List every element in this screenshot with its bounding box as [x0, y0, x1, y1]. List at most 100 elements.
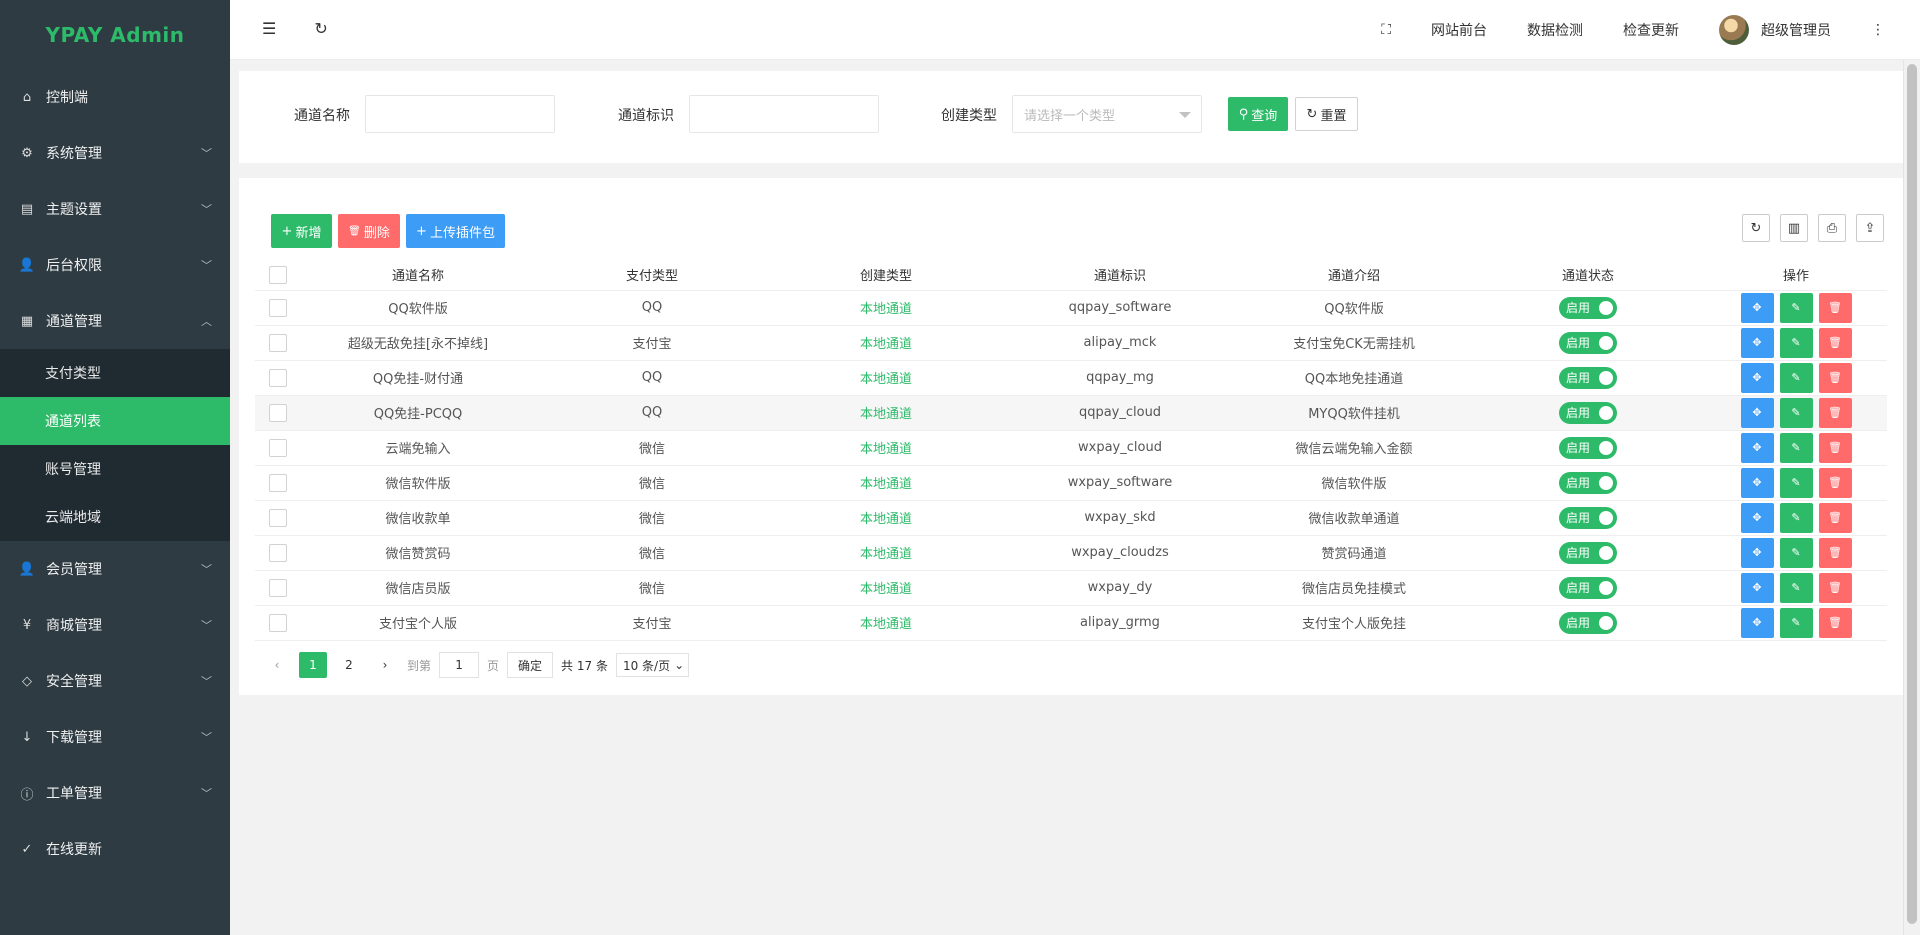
- sidebar-item-download[interactable]: ↓ 下载管理 ﹀: [0, 709, 230, 765]
- fullscreen-icon[interactable]: ⛶: [1381, 22, 1391, 38]
- edit-button[interactable]: ✎: [1779, 292, 1813, 323]
- row-checkbox[interactable]: [269, 368, 287, 387]
- sidebar-item-layout[interactable]: ▤ 主题设置 ﹀: [0, 181, 230, 237]
- refresh-icon[interactable]: ↻: [314, 19, 327, 38]
- delete-button[interactable]: 🗑 删除: [338, 214, 400, 248]
- move-button[interactable]: ✥: [1740, 607, 1774, 638]
- column-header[interactable]: 通道名称: [301, 260, 535, 291]
- row-delete-button[interactable]: 🗑: [1818, 292, 1852, 323]
- more-icon[interactable]: ⋮: [1871, 22, 1885, 38]
- sidebar-subitem[interactable]: 云端地域: [0, 493, 230, 541]
- move-button[interactable]: ✥: [1740, 432, 1774, 463]
- export-icon[interactable]: ⇪: [1856, 214, 1884, 242]
- move-button[interactable]: ✥: [1740, 537, 1774, 568]
- edit-button[interactable]: ✎: [1779, 432, 1813, 463]
- columns-icon[interactable]: ▥: [1780, 214, 1808, 242]
- move-button[interactable]: ✥: [1740, 572, 1774, 603]
- row-delete-button[interactable]: 🗑: [1818, 572, 1852, 603]
- row-checkbox[interactable]: [269, 613, 287, 632]
- row-checkbox[interactable]: [269, 333, 287, 352]
- upload-plugin-button[interactable]: + 上传插件包: [406, 214, 505, 248]
- reset-button[interactable]: ↻ 重置: [1295, 97, 1358, 131]
- move-button[interactable]: ✥: [1740, 292, 1774, 323]
- sidebar-item-diamond[interactable]: ◇ 安全管理 ﹀: [0, 653, 230, 709]
- sidebar-item-home[interactable]: ⌂ 控制端: [0, 69, 230, 125]
- status-toggle[interactable]: 启用: [1559, 576, 1617, 599]
- column-header[interactable]: 支付类型: [535, 260, 769, 291]
- sidebar-item-gear[interactable]: ⚙ 系统管理 ﹀: [0, 125, 230, 181]
- edit-button[interactable]: ✎: [1779, 327, 1813, 358]
- print-icon[interactable]: ⎙: [1818, 214, 1846, 242]
- move-button[interactable]: ✥: [1740, 502, 1774, 533]
- topbar-link-data-check[interactable]: 数据检测: [1527, 20, 1583, 40]
- query-button[interactable]: ⚲ 查询: [1228, 97, 1288, 131]
- channel-code-input[interactable]: [689, 95, 879, 133]
- move-button[interactable]: ✥: [1740, 397, 1774, 428]
- add-button[interactable]: + 新增: [271, 214, 332, 248]
- row-checkbox[interactable]: [269, 543, 287, 562]
- goto-confirm-button[interactable]: 确定: [507, 652, 554, 678]
- sidebar-subitem[interactable]: 账号管理: [0, 445, 230, 493]
- move-button[interactable]: ✥: [1740, 362, 1774, 393]
- topbar-link-frontend[interactable]: 网站前台: [1431, 20, 1487, 40]
- scrollbar-thumb[interactable]: [1907, 64, 1917, 924]
- row-delete-button[interactable]: 🗑: [1818, 362, 1852, 393]
- row-delete-button[interactable]: 🗑: [1818, 432, 1852, 463]
- row-delete-button[interactable]: 🗑: [1818, 502, 1852, 533]
- edit-button[interactable]: ✎: [1779, 467, 1813, 498]
- page-1[interactable]: 1: [299, 652, 327, 678]
- status-toggle[interactable]: 启用: [1559, 436, 1617, 459]
- edit-button[interactable]: ✎: [1779, 397, 1813, 428]
- status-toggle[interactable]: 启用: [1559, 541, 1617, 564]
- select-all-checkbox[interactable]: [269, 265, 287, 284]
- row-delete-button[interactable]: 🗑: [1818, 397, 1852, 428]
- row-checkbox[interactable]: [269, 578, 287, 597]
- sidebar-item-user[interactable]: 👤 后台权限 ﹀: [0, 237, 230, 293]
- row-delete-button[interactable]: 🗑: [1818, 327, 1852, 358]
- row-delete-button[interactable]: 🗑: [1818, 467, 1852, 498]
- edit-button[interactable]: ✎: [1779, 572, 1813, 603]
- refresh-table-icon[interactable]: ↻: [1742, 214, 1770, 242]
- goto-page-input[interactable]: 1: [439, 652, 480, 678]
- row-checkbox[interactable]: [269, 298, 287, 317]
- row-checkbox[interactable]: [269, 403, 287, 422]
- status-toggle[interactable]: 启用: [1559, 506, 1617, 529]
- channel-name-input[interactable]: [365, 95, 555, 133]
- status-toggle[interactable]: 启用: [1559, 471, 1617, 494]
- row-checkbox[interactable]: [269, 508, 287, 527]
- edit-button[interactable]: ✎: [1779, 362, 1813, 393]
- sidebar-item-apps[interactable]: ▦ 通道管理 ︿: [0, 293, 230, 349]
- sidebar-item-member[interactable]: 👤 会员管理 ﹀: [0, 541, 230, 597]
- edit-button[interactable]: ✎: [1779, 502, 1813, 533]
- sidebar-item-info[interactable]: ⓘ 工单管理 ﹀: [0, 765, 230, 821]
- status-toggle[interactable]: 启用: [1559, 611, 1617, 634]
- per-page-select[interactable]: 10 条/页 ⌄: [615, 653, 690, 677]
- create-type-select[interactable]: 请选择一个类型: [1012, 95, 1202, 133]
- next-page-icon[interactable]: ›: [371, 652, 399, 678]
- prev-page-icon[interactable]: ‹: [263, 652, 291, 678]
- sidebar-subitem[interactable]: 通道列表: [0, 397, 230, 445]
- status-toggle[interactable]: 启用: [1559, 401, 1617, 424]
- page-2[interactable]: 2: [335, 652, 363, 678]
- edit-button[interactable]: ✎: [1779, 607, 1813, 638]
- row-delete-button[interactable]: 🗑: [1818, 607, 1852, 638]
- sidebar-item-yen[interactable]: ¥ 商城管理 ﹀: [0, 597, 230, 653]
- sidebar-item-shield-check[interactable]: ✓ 在线更新: [0, 821, 230, 877]
- move-button[interactable]: ✥: [1740, 327, 1774, 358]
- row-checkbox[interactable]: [269, 438, 287, 457]
- row-checkbox[interactable]: [269, 473, 287, 492]
- status-toggle[interactable]: 启用: [1559, 296, 1617, 319]
- menu-toggle-icon[interactable]: ☰: [262, 19, 276, 38]
- row-delete-button[interactable]: 🗑: [1818, 537, 1852, 568]
- status-toggle[interactable]: 启用: [1559, 366, 1617, 389]
- column-header[interactable]: 通道标识: [1003, 260, 1237, 291]
- move-button[interactable]: ✥: [1740, 467, 1774, 498]
- sidebar-subitem[interactable]: 支付类型: [0, 349, 230, 397]
- column-header[interactable]: 通道介绍: [1237, 260, 1471, 291]
- column-header[interactable]: 通道状态: [1471, 260, 1705, 291]
- column-header[interactable]: 创建类型: [769, 260, 1003, 291]
- page-scrollbar[interactable]: [1903, 60, 1920, 935]
- status-toggle[interactable]: 启用: [1559, 331, 1617, 354]
- edit-button[interactable]: ✎: [1779, 537, 1813, 568]
- user-menu[interactable]: 超级管理员: [1719, 15, 1831, 45]
